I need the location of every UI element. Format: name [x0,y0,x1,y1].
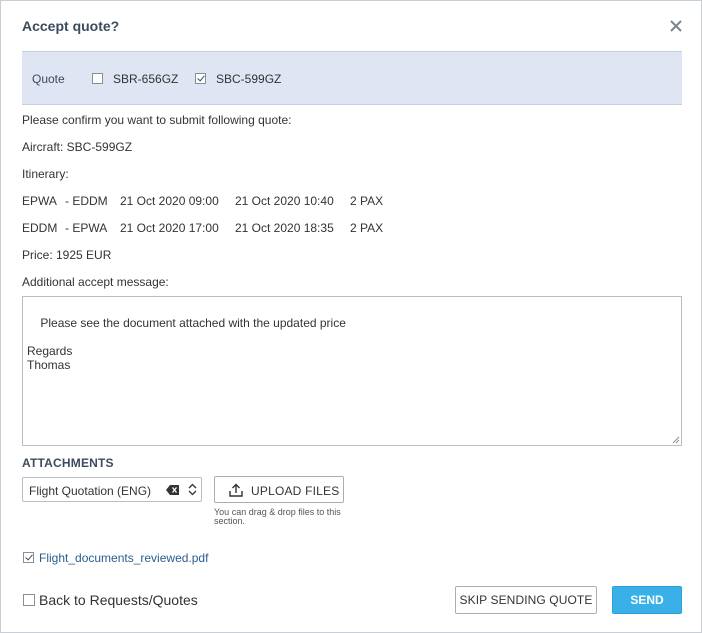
accept-message-textarea[interactable]: Please see the document attached with th… [22,296,682,446]
resize-grip-icon[interactable] [672,436,680,444]
upload-files-label: UPLOAD FILES [251,484,340,498]
leg-arrival: 21 Oct 2020 10:40 [235,194,334,208]
leg-arrival: 21 Oct 2020 18:35 [235,221,334,235]
confirm-text: Please confirm you want to submit follow… [22,113,292,127]
quote-option-label-sbr-656gz[interactable]: SBR-656GZ [113,72,178,86]
aircraft-text: Aircraft: SBC-599GZ [22,140,133,154]
dialog-title: Accept quote? [22,18,120,34]
attachment-file-link[interactable]: Flight_documents_reviewed.pdf [39,551,208,565]
quote-selector-bar: Quote SBR-656GZ SBC-599GZ [22,51,682,105]
attachments-heading: ATTACHMENTS [22,456,114,470]
clear-icon[interactable] [166,485,179,495]
attachment-template-value: Flight Quotation (ENG) [29,484,152,498]
skip-sending-quote-button[interactable]: SKIP SENDING QUOTE [455,586,597,614]
send-button[interactable]: SEND [612,586,682,614]
chevron-up-down-icon[interactable] [188,483,197,496]
quote-option-label-sbc-599gz[interactable]: SBC-599GZ [216,72,281,86]
message-label: Additional accept message: [22,275,169,289]
leg-to: - EPWA [65,221,108,235]
leg-to: - EDDM [65,194,108,208]
leg-from: EDDM [22,221,58,235]
attachment-file-checkbox[interactable] [23,552,34,563]
drag-drop-hint: You can drag & drop files to this sectio… [214,507,341,526]
quote-option-checkbox-sbc-599gz[interactable] [195,73,206,84]
accept-message-text: Please see the document attached with th… [27,316,346,372]
leg-departure: 21 Oct 2020 09:00 [120,194,219,208]
leg-departure: 21 Oct 2020 17:00 [120,221,219,235]
back-to-requests-checkbox[interactable] [23,594,35,606]
quote-option-checkbox-sbr-656gz[interactable] [92,73,103,84]
upload-icon [229,483,243,497]
price-text: Price: 1925 EUR [22,248,112,262]
leg-from: EPWA [22,194,57,208]
back-to-requests-label[interactable]: Back to Requests/Quotes [39,592,198,608]
quote-label: Quote [32,72,65,86]
close-icon[interactable] [667,17,685,35]
attachment-template-select[interactable]: Flight Quotation (ENG) [22,477,202,502]
leg-pax: 2 PAX [350,221,384,235]
itinerary-label: Itinerary: [22,167,69,181]
accept-quote-dialog: Accept quote? Quote SBR-656GZ SBC-599GZ … [0,0,702,633]
leg-pax: 2 PAX [350,194,384,208]
upload-files-button[interactable]: UPLOAD FILES [214,476,344,503]
